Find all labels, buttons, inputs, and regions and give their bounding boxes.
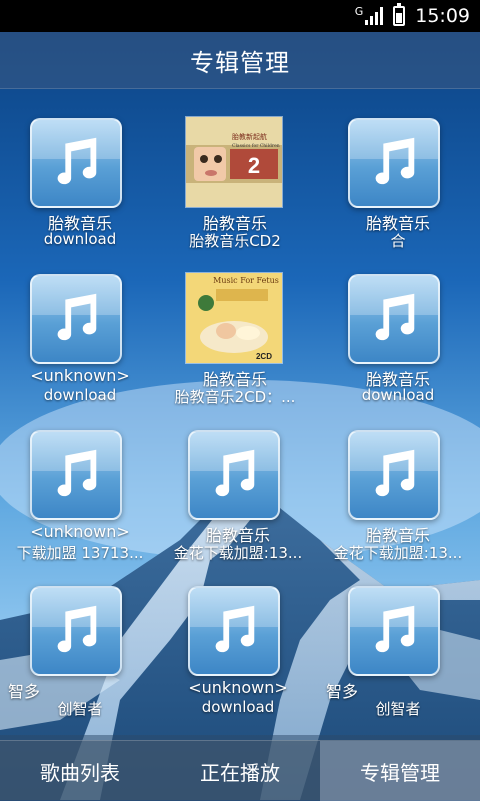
album-artist: 胎教音乐2CD：... [174, 388, 296, 406]
tab-album-manage[interactable]: 专辑管理 [320, 741, 480, 801]
music-note-icon [30, 118, 122, 208]
album-artist: 创智者 [375, 700, 421, 718]
album-item[interactable]: <unknown> download [158, 568, 318, 723]
battery-icon [393, 3, 406, 26]
cover-mid-text: Classics for Children [232, 143, 280, 149]
music-note-icon [348, 586, 440, 676]
album-item[interactable]: 2 胎教新起航 Classics for Children 胎教音乐 胎教音乐C… [155, 100, 315, 255]
music-note-icon [348, 274, 440, 364]
title-bar: 专辑管理 [0, 32, 480, 89]
album-artist: 下载加盟 13713... [16, 544, 144, 562]
cover-title: Music For Fetus [213, 276, 279, 285]
album-item[interactable]: <unknown> 下载加盟 13713... [0, 412, 160, 567]
music-note-icon [30, 586, 122, 676]
network-type: G [354, 4, 364, 18]
tab-song-list[interactable]: 歌曲列表 [0, 741, 160, 801]
album-title: <unknown> [30, 522, 130, 541]
music-note-icon [30, 430, 122, 520]
music-note-icon [188, 430, 280, 520]
album-cover-classics: 2 胎教新起航 Classics for Children [185, 116, 283, 208]
album-artist: 创智者 [57, 700, 103, 718]
album-artist: 金花下载加盟:13... [173, 544, 303, 562]
bottom-nav: 歌曲列表 正在播放 专辑管理 [0, 740, 480, 801]
signal-icon [365, 7, 384, 25]
music-note-icon [348, 118, 440, 208]
cover-badge: 2CD [256, 352, 272, 361]
status-bar: G 15:09 [0, 0, 480, 32]
album-item[interactable]: 胎教音乐 download [318, 256, 478, 411]
album-item[interactable]: 胎教音乐 金花下载加盟:13... [318, 412, 478, 567]
album-item[interactable]: 胎教音乐 金花下载加盟:13... [158, 412, 318, 567]
album-grid: 胎教音乐 download 2 胎教新起航 Classics for Child… [0, 100, 480, 740]
album-artist: download [43, 386, 117, 404]
album-item[interactable]: 智多 创智者 [0, 568, 160, 723]
album-artist: 合 [390, 232, 406, 250]
album-item[interactable]: 胎教音乐 download [0, 100, 160, 255]
cover-number: 2 [248, 153, 260, 178]
album-item[interactable]: 智多 创智者 [318, 568, 478, 723]
music-note-icon [30, 274, 122, 364]
album-artist: download [361, 386, 435, 404]
album-artist: 金花下载加盟:13... [333, 544, 463, 562]
album-item[interactable]: <unknown> download [0, 256, 160, 411]
album-title: <unknown> [188, 678, 288, 697]
album-artist: download [43, 230, 117, 248]
page-title: 专辑管理 [190, 48, 290, 77]
album-cover-music-for-fetus: Music For Fetus 2CD [185, 272, 283, 364]
album-item[interactable]: 胎教音乐 合 [318, 100, 478, 255]
album-item[interactable]: Music For Fetus 2CD 胎教音乐 胎教音乐2CD：... [155, 256, 315, 411]
album-artist: 胎教音乐CD2 [189, 232, 281, 250]
album-title: <unknown> [30, 366, 130, 385]
album-artist: download [201, 698, 275, 716]
music-note-icon [188, 586, 280, 676]
cover-top-text: 胎教新起航 [232, 132, 267, 141]
tab-now-playing[interactable]: 正在播放 [160, 741, 320, 801]
status-time: 15:09 [415, 5, 470, 27]
music-note-icon [348, 430, 440, 520]
